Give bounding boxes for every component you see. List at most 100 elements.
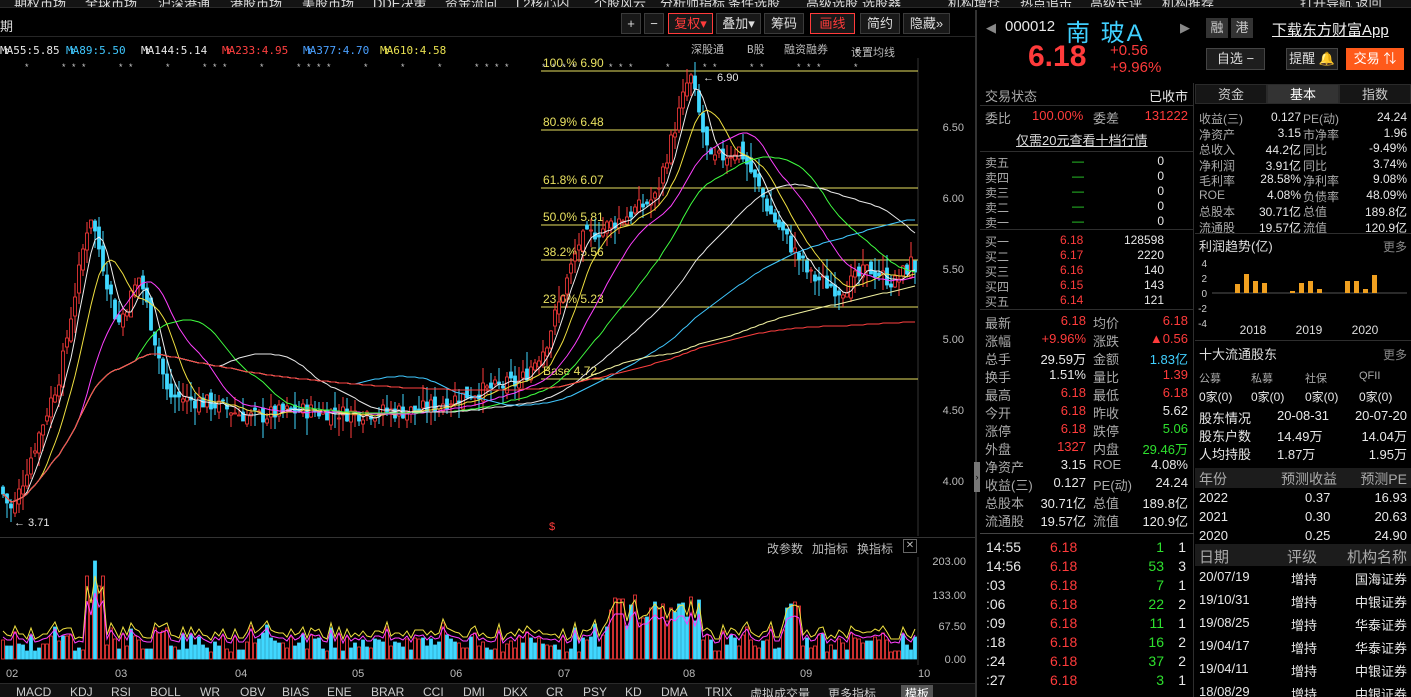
volume-control-button[interactable]: 改参数 [767, 540, 803, 557]
rating-row[interactable]: 18/08/29 增持 中银证券 [1195, 684, 1411, 697]
chips-button[interactable]: 筹码 [764, 13, 804, 34]
event-marker[interactable]: * [327, 62, 331, 72]
top-nav-item[interactable]: 选股器 [862, 0, 901, 7]
top-nav-item[interactable]: 沪深港通 [158, 0, 210, 7]
fuquan-button[interactable]: 复权▾ [668, 13, 713, 34]
event-marker[interactable]: * [609, 62, 613, 72]
download-app-link[interactable]: 下载东方财富App [1272, 19, 1389, 40]
indicator-tab[interactable]: 更多指标 [828, 685, 876, 697]
event-marker[interactable]: * [485, 62, 489, 72]
event-marker[interactable]: * [629, 62, 633, 72]
event-marker[interactable]: * [438, 62, 442, 72]
indicator-tab[interactable]: PSY [583, 685, 607, 697]
next-stock-icon[interactable]: ▶ [1180, 20, 1190, 36]
panel-splitter[interactable] [975, 10, 977, 697]
top-nav-item[interactable]: 全球市场 [85, 0, 137, 7]
event-marker[interactable]: * [495, 62, 499, 72]
indicator-tab[interactable]: DMI [463, 685, 485, 697]
top-nav-item[interactable]: 热点追击 [1020, 0, 1072, 7]
event-marker[interactable]: * [260, 62, 264, 72]
top-nav-item[interactable]: 机构推荐 [1162, 0, 1214, 7]
event-marker[interactable]: * [552, 62, 556, 72]
shgt-link[interactable]: 深股通 [691, 41, 724, 57]
event-marker[interactable]: * [364, 62, 368, 72]
rating-row[interactable]: 19/08/25 增持 华泰证券 [1195, 615, 1411, 635]
event-marker[interactable]: * [166, 62, 170, 72]
event-marker[interactable]: * [817, 62, 821, 72]
indicator-tab[interactable]: RSI [111, 685, 131, 697]
event-marker[interactable]: * [572, 62, 576, 72]
rating-row[interactable]: 19/04/17 增持 华泰证券 [1195, 638, 1411, 658]
profit-more-link[interactable]: 更多 [1383, 238, 1407, 255]
hide-button[interactable]: 隐藏» [903, 13, 950, 34]
event-marker[interactable]: * [203, 62, 207, 72]
event-marker[interactable]: * [562, 62, 566, 72]
event-marker[interactable]: * [213, 62, 217, 72]
event-marker[interactable]: * [807, 62, 811, 72]
indicator-tab[interactable]: ENE [327, 685, 352, 697]
top-nav-item[interactable]: 美股市场 [302, 0, 354, 7]
indicator-tab[interactable]: 模板 [901, 685, 934, 697]
hk-connect-tag[interactable]: 港 [1231, 18, 1253, 38]
price-chart[interactable]: 6.506.005.505.004.504.00100.% 6.9080.9% … [0, 58, 975, 536]
margin-tag[interactable]: 融 [1206, 18, 1228, 38]
indicator-tab[interactable]: 虚拟成交量 [750, 685, 810, 697]
watchlist-button[interactable]: 自选 − [1206, 48, 1265, 70]
indicator-tab[interactable]: DMA [661, 685, 688, 697]
top-nav-item[interactable]: 港股市场 [230, 0, 282, 7]
margin-link[interactable]: 融资融券 [784, 41, 828, 57]
event-marker[interactable]: * [82, 62, 86, 72]
indicator-tab[interactable]: CR [546, 685, 563, 697]
event-marker[interactable]: * [713, 62, 717, 72]
event-marker[interactable]: * [760, 62, 764, 72]
simple-button[interactable]: 简约 [860, 13, 900, 34]
event-marker[interactable]: * [72, 62, 76, 72]
indicator-tab[interactable]: BRAR [371, 685, 404, 697]
top-nav-item[interactable]: 资金流向 [445, 0, 497, 7]
prev-stock-icon[interactable]: ◀ [986, 20, 996, 36]
event-marker[interactable]: * [703, 62, 707, 72]
overlay-button[interactable]: 叠加▾ [716, 13, 761, 34]
zoom-in-button[interactable]: + [621, 13, 641, 34]
holders-more-link[interactable]: 更多 [1383, 346, 1407, 363]
top-nav-item[interactable]: DDE决策 [373, 0, 426, 7]
event-marker[interactable]: * [62, 62, 66, 72]
event-marker[interactable]: * [401, 62, 405, 72]
period-label[interactable]: 期 [0, 16, 13, 35]
zoom-out-button[interactable]: − [644, 13, 664, 34]
indicator-tab[interactable]: OBV [240, 685, 265, 697]
top-nav-item[interactable]: 条件选股 [728, 0, 780, 7]
indicator-tab[interactable]: BIAS [282, 685, 309, 697]
indicator-tab[interactable]: CCI [423, 685, 444, 697]
event-marker[interactable]: * [797, 62, 801, 72]
dividend-marker[interactable]: $ [549, 521, 555, 533]
event-marker[interactable]: * [542, 62, 546, 72]
indicator-tab[interactable]: KD [625, 685, 642, 697]
event-marker[interactable]: * [619, 62, 623, 72]
close-icon[interactable]: ✕ [903, 539, 917, 553]
volume-control-button[interactable]: 加指标 [812, 540, 848, 557]
rating-row[interactable]: 19/04/11 增持 中银证券 [1195, 661, 1411, 681]
event-marker[interactable]: * [223, 62, 227, 72]
event-marker[interactable]: * [297, 62, 301, 72]
top-nav-item[interactable]: L2核心内 [516, 0, 569, 7]
event-marker[interactable]: * [475, 62, 479, 72]
event-marker[interactable]: * [750, 62, 754, 72]
drawline-button[interactable]: 画线 [810, 13, 855, 34]
rating-row[interactable]: 19/10/31 增持 中银证券 [1195, 592, 1411, 612]
indicator-tab[interactable]: TRIX [705, 685, 732, 697]
event-marker[interactable]: * [119, 62, 123, 72]
level10-link[interactable]: 仅需20元查看十档行情 [1016, 130, 1147, 149]
bshare-link[interactable]: B股 [747, 41, 765, 57]
rating-row[interactable]: 20/07/19 增持 国海证券 [1195, 569, 1411, 589]
tab-index[interactable]: 指数 [1339, 84, 1411, 104]
event-marker[interactable]: * [505, 62, 509, 72]
top-nav-item[interactable]: 打开导航 返回 [1300, 0, 1382, 7]
volume-chart[interactable]: 203.00 133.00 67.50 0.00 [0, 557, 975, 665]
top-nav-item[interactable]: 个股风云 [594, 0, 646, 7]
top-nav-item[interactable]: 机构增仓 [948, 0, 1000, 7]
top-nav-item[interactable]: 高级选股 [806, 0, 858, 7]
volume-control-button[interactable]: 换指标 [857, 540, 893, 557]
tab-funds[interactable]: 资金 [1195, 84, 1267, 104]
alert-button[interactable]: 提醒 🔔 [1286, 48, 1338, 70]
